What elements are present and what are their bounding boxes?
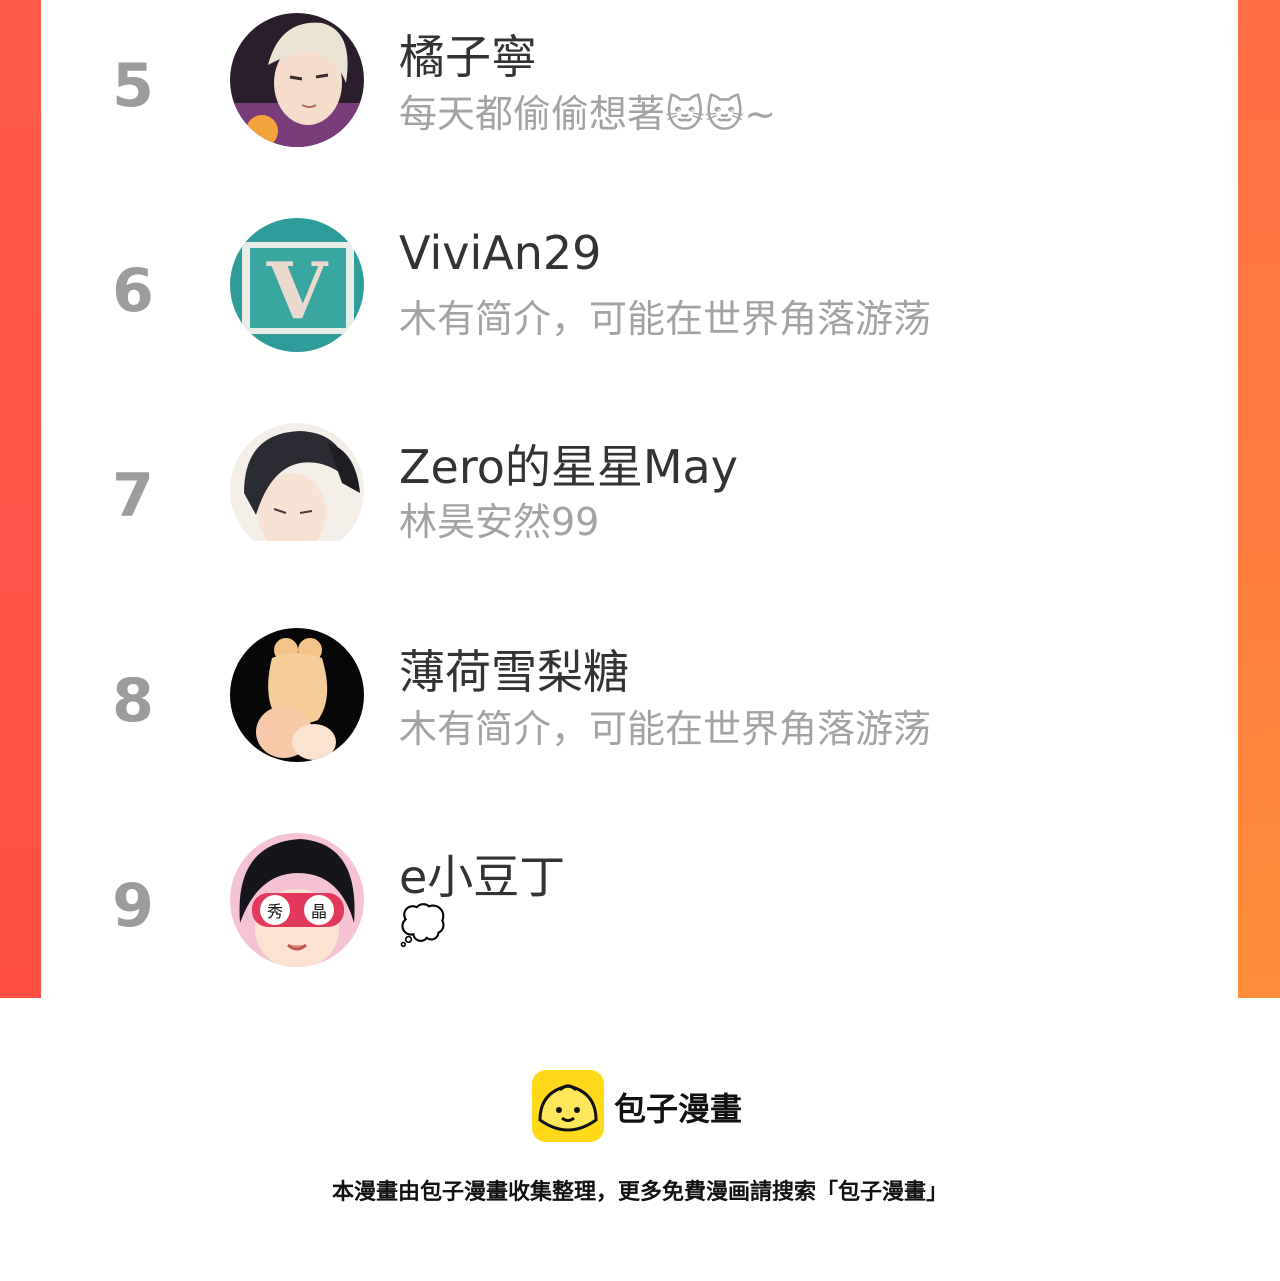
avatar-illustration-girl-glasses-icon: 秀 晶 [230,833,364,967]
ranking-panel: 5 橘子寧 每天都偷偷想著🐱🐱~ 6 V ViviAn29 木有简介，可能在世界… [0,0,1280,998]
avatar[interactable] [230,628,364,762]
rank-number: 5 [112,51,154,121]
user-bio: 林昊安然99 [399,500,600,544]
list-item[interactable]: 5 橘子寧 每天都偷偷想著🐱🐱~ [41,13,1238,153]
brand-name: 包子漫畫 [614,1090,743,1128]
user-bio: 木有简介，可能在世界角落游荡 [399,297,932,341]
avatar[interactable]: 秀 晶 [230,833,364,967]
user-name[interactable]: ViviAn29 [399,226,601,280]
avatar[interactable] [230,423,364,557]
avatar[interactable]: V [230,218,364,352]
glasses-right-text: 晶 [311,902,327,921]
baozi-logo-icon [532,1070,604,1142]
avatar-illustration-dark-hair-icon [230,423,364,557]
avatar[interactable] [230,13,364,147]
rank-number: 7 [112,461,154,531]
decorative-border-left [0,0,41,998]
user-bio: 💭 [399,903,447,947]
avatar-letter-v-icon: V [230,218,364,352]
user-name[interactable]: Zero的星星May [399,431,738,497]
user-name[interactable]: 薄荷雪梨糖 [399,636,629,702]
user-bio: 木有简介，可能在世界角落游荡 [399,707,932,751]
avatar-illustration-blonde-girl-icon [230,628,364,762]
list-item[interactable]: 8 薄荷雪梨糖 木有简介，可能在世界角落游荡 [41,628,1238,768]
ranking-list: 5 橘子寧 每天都偷偷想著🐱🐱~ 6 V ViviAn29 木有简介，可能在世界… [41,0,1238,998]
list-item[interactable]: 7 Zero的星星May 林昊安然99 [41,423,1238,563]
rank-number: 6 [112,256,154,326]
list-item[interactable]: 6 V ViviAn29 木有简介，可能在世界角落游荡 [41,218,1238,358]
user-bio: 每天都偷偷想著🐱🐱~ [399,92,777,136]
rank-number: 8 [112,666,154,736]
footer-note: 本漫畫由包子漫畫收集整理，更多免費漫画請搜索「包子漫畫」 [331,1180,948,1205]
user-name[interactable]: 橘子寧 [399,21,537,87]
user-name[interactable]: e小豆丁 [399,841,565,907]
list-item[interactable]: 9 秀 晶 e小豆丁 💭 [41,833,1238,973]
avatar-illustration-blond-man-icon [230,13,364,147]
glasses-left-text: 秀 [267,902,283,921]
rank-number: 9 [112,871,154,941]
avatar-letter: V [266,246,329,337]
decorative-border-right [1238,0,1280,998]
